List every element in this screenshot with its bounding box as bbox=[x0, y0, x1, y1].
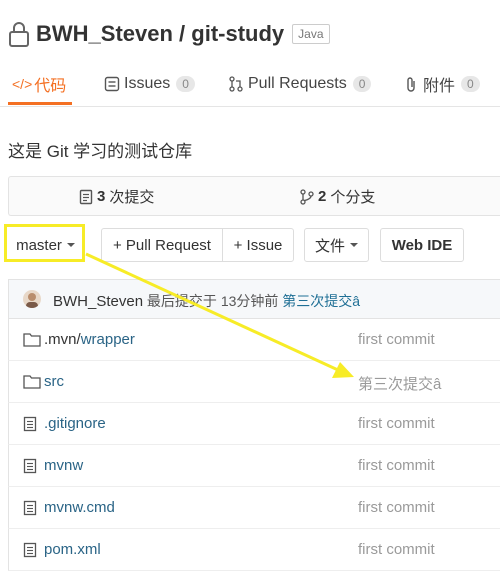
folder-icon bbox=[23, 333, 41, 347]
repo-title[interactable]: BWH_Steven / git-study bbox=[36, 21, 284, 47]
commits-icon bbox=[79, 189, 93, 204]
file-name[interactable]: mvnw bbox=[44, 457, 83, 474]
files-dropdown[interactable]: 文件 bbox=[304, 228, 369, 262]
tab-pull-requests[interactable]: Pull Requests 0 bbox=[229, 70, 372, 98]
file-name[interactable]: mvnw.cmd bbox=[44, 499, 115, 516]
chevron-down-icon bbox=[350, 243, 358, 247]
file-commit-message[interactable]: first commit bbox=[358, 541, 435, 558]
file-name[interactable]: .gitignore bbox=[44, 415, 106, 432]
file-commit-message[interactable]: first commit bbox=[358, 457, 435, 474]
language-badge: Java bbox=[292, 24, 330, 44]
file-name[interactable]: pom.xml bbox=[44, 541, 101, 558]
file-row[interactable]: mvnw first commit bbox=[8, 445, 500, 487]
file-row[interactable]: .mvn/wrapper first commit bbox=[8, 319, 500, 361]
avatar[interactable] bbox=[23, 290, 41, 308]
commits-stat[interactable]: 3 次提交 bbox=[79, 186, 154, 207]
file-row[interactable]: .gitignore first commit bbox=[8, 403, 500, 445]
repo-stats: 3 次提交 2 个分支 bbox=[8, 176, 500, 216]
pull-request-icon bbox=[229, 76, 243, 92]
commit-info: 最后提交于 13分钟前 bbox=[143, 293, 283, 309]
issues-count: 0 bbox=[176, 76, 195, 92]
repo-header: BWH_Steven / git-study Java bbox=[8, 18, 330, 50]
commit-message[interactable]: 第三次提交â bbox=[282, 293, 360, 309]
issues-icon bbox=[104, 76, 120, 92]
tab-issues[interactable]: Issues 0 bbox=[104, 70, 195, 98]
annotation-highlight-box bbox=[4, 224, 85, 262]
file-commit-message[interactable]: first commit bbox=[358, 415, 435, 432]
code-icon: </> bbox=[12, 76, 33, 92]
file-name[interactable]: .mvn/wrapper bbox=[44, 331, 135, 348]
repo-description: 这是 Git 学习的测试仓库 bbox=[8, 142, 193, 161]
repo-tabs: </> 代码 Issues 0 Pull Requests 0 附件 0 bbox=[0, 62, 500, 107]
last-commit-text: BWH_Steven 最后提交于 13分钟前 第三次提交â bbox=[53, 291, 360, 311]
commit-author[interactable]: BWH_Steven bbox=[53, 293, 143, 310]
file-name[interactable]: src bbox=[44, 373, 64, 390]
file-icon bbox=[23, 416, 37, 432]
tab-attachments[interactable]: 附件 0 bbox=[405, 70, 480, 98]
file-icon bbox=[23, 542, 37, 558]
file-icon bbox=[23, 500, 37, 516]
lock-icon bbox=[9, 22, 29, 47]
active-tab-indicator bbox=[8, 102, 72, 105]
attachment-icon bbox=[407, 76, 415, 92]
file-row[interactable]: src 第三次提交â bbox=[8, 361, 500, 403]
file-commit-message[interactable]: first commit bbox=[358, 331, 435, 348]
tab-code[interactable]: </> 代码 bbox=[12, 70, 66, 98]
new-pull-request-button[interactable]: + Pull Request bbox=[101, 228, 223, 262]
pull-requests-count: 0 bbox=[352, 76, 372, 92]
branches-stat[interactable]: 2 个分支 bbox=[300, 186, 375, 207]
file-row[interactable]: mvnw.cmd first commit bbox=[8, 487, 500, 529]
new-issue-button[interactable]: + Issue bbox=[222, 228, 294, 262]
web-ide-button[interactable]: Web IDE bbox=[380, 228, 464, 262]
file-list: .mvn/wrapper first commit src 第三次提交â .gi… bbox=[8, 319, 500, 571]
file-row[interactable]: pom.xml first commit bbox=[8, 529, 500, 571]
file-icon bbox=[23, 458, 37, 474]
file-commit-message[interactable]: first commit bbox=[358, 499, 435, 516]
attachments-count: 0 bbox=[461, 76, 480, 92]
file-commit-message[interactable]: 第三次提交â bbox=[358, 373, 441, 394]
folder-icon bbox=[23, 375, 41, 389]
last-commit-bar: BWH_Steven 最后提交于 13分钟前 第三次提交â bbox=[8, 279, 500, 319]
branch-icon bbox=[300, 188, 314, 205]
